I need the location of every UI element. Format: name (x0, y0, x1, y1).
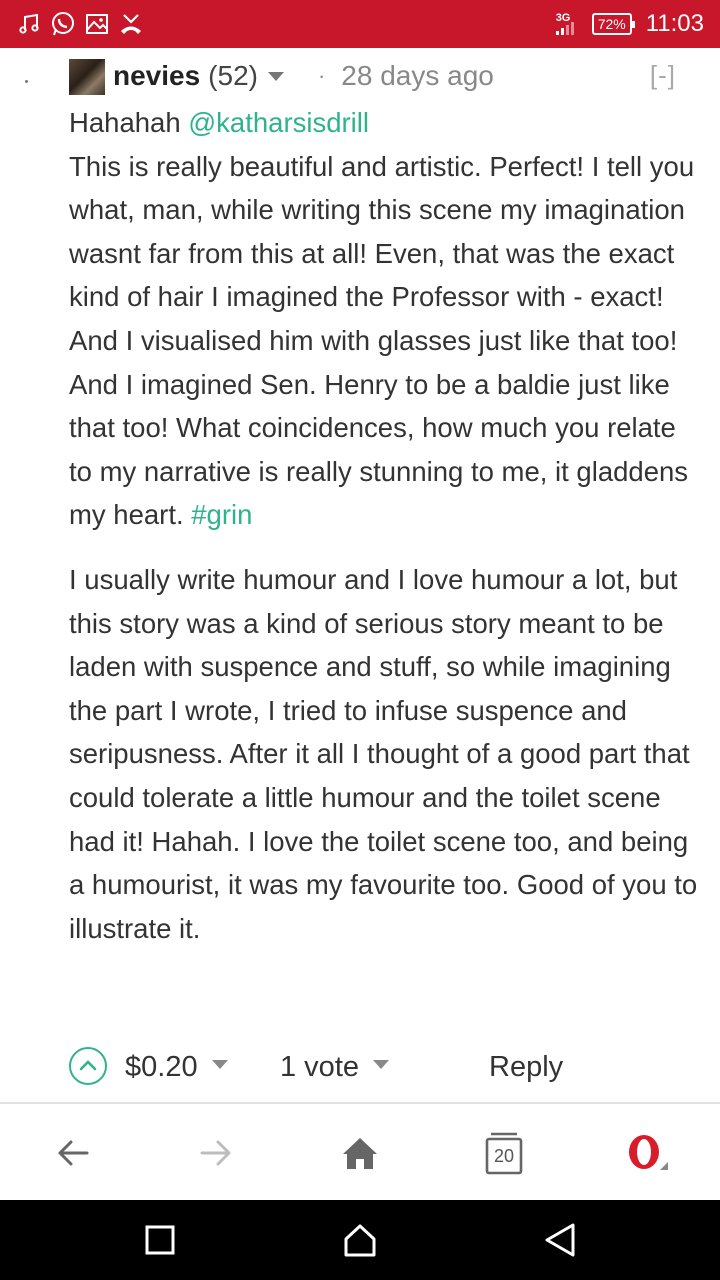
author-reputation: (52) (208, 60, 258, 91)
vote-count: 1 vote (280, 1050, 359, 1083)
comment-body: Hahahah @katharsisdrill This is really be… (69, 101, 701, 950)
notification-icons (16, 8, 144, 40)
system-nav-bar (0, 1200, 720, 1280)
status-bar: 3G 72% 11:03 (0, 0, 720, 48)
status-right: 3G 72% 11:03 (555, 0, 704, 48)
author-name[interactable]: nevies (113, 60, 200, 92)
collapse-button[interactable]: [-] (650, 60, 676, 91)
back-arrow-icon (58, 1140, 89, 1166)
reply-button[interactable]: Reply (489, 1044, 563, 1090)
chevron-down-icon (373, 1059, 389, 1069)
home-nav-button[interactable] (338, 1218, 382, 1262)
comment: nevies (52) · 28 days ago [-] Hahahah @k… (0, 48, 720, 1102)
recents-button[interactable] (138, 1218, 182, 1262)
whatsapp-icon (50, 11, 76, 37)
upvote-button[interactable] (69, 1047, 107, 1085)
hashtag-link[interactable]: #grin (191, 499, 252, 530)
comment-paragraph-2: I usually write humour and I love humour… (69, 563, 698, 944)
avatar[interactable] (69, 59, 105, 95)
chevron-down-icon (211, 1059, 228, 1069)
chevron-down-icon[interactable] (267, 71, 284, 81)
payout-dropdown[interactable]: $0.20 (125, 1044, 228, 1090)
home-button[interactable] (335, 1128, 385, 1178)
tabs-button[interactable]: 20 (479, 1128, 529, 1178)
opera-menu-icon (629, 1135, 668, 1170)
music-note-icon (16, 11, 42, 37)
forward-button[interactable] (191, 1128, 241, 1178)
separator-dot: · (317, 63, 326, 88)
opera-menu-button[interactable] (622, 1128, 672, 1178)
back-triangle-icon (545, 1223, 575, 1257)
comment-header: nevies (52) · 28 days ago (113, 58, 494, 94)
tab-count: 20 (493, 1146, 515, 1166)
image-icon (84, 11, 110, 37)
mention-link[interactable]: @katharsisdrill (188, 107, 369, 138)
forward-arrow-icon (200, 1140, 231, 1166)
thread-dot (25, 80, 28, 83)
signal-icon (555, 22, 574, 35)
payout-value: $0.20 (125, 1050, 198, 1083)
square-icon (145, 1225, 175, 1255)
back-button[interactable] (48, 1128, 98, 1178)
comment-actions: $0.20 1 vote Reply (69, 1044, 701, 1090)
paragraph-1-text: This is really beautiful and artistic. P… (69, 150, 695, 531)
chevron-up-icon (79, 1060, 97, 1071)
comment-timestamp[interactable]: 28 days ago (341, 60, 494, 92)
network-indicator: 3G (555, 9, 584, 39)
home-icon (343, 1138, 377, 1169)
home-outline-icon (344, 1224, 376, 1257)
back-nav-button[interactable] (538, 1218, 582, 1262)
votes-dropdown[interactable]: 1 vote (280, 1044, 389, 1090)
missed-call-icon (118, 11, 144, 37)
battery-indicator: 72% (591, 13, 635, 35)
comment-paragraph-1: Hahahah @katharsisdrill This is really be… (69, 101, 701, 537)
clock: 11:03 (645, 10, 704, 37)
greeting-text: Hahahah (69, 107, 189, 138)
browser-toolbar: 20 (0, 1102, 720, 1200)
